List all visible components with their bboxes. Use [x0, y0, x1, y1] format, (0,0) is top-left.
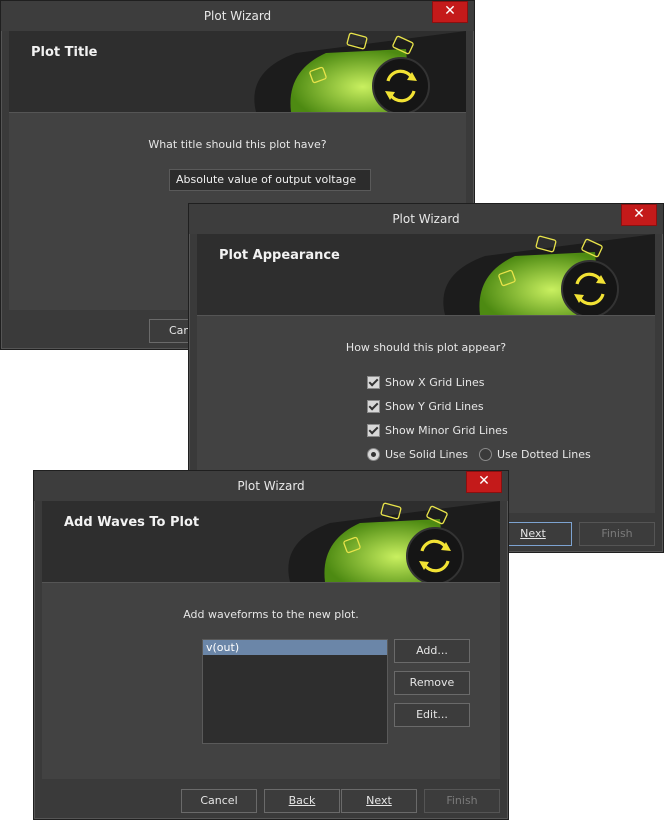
- checkbox-checked-icon: [367, 423, 380, 437]
- next-label: Next: [366, 794, 392, 807]
- close-button[interactable]: ✕: [466, 471, 502, 493]
- list-item[interactable]: v(out): [203, 640, 387, 655]
- use-solid-lines-radio[interactable]: Use Solid Lines: [367, 446, 468, 464]
- radio-selected-icon: [367, 447, 380, 461]
- show-x-grid-checkbox[interactable]: Show X Grid Lines: [367, 374, 484, 392]
- back-button[interactable]: Back: [264, 789, 340, 813]
- next-label: Next: [520, 527, 546, 540]
- wizard-dial-graphic: [443, 234, 655, 315]
- title-prompt: What title should this plot have?: [148, 138, 327, 151]
- wizard-dial-graphic: [254, 31, 466, 112]
- show-minor-grid-checkbox[interactable]: Show Minor Grid Lines: [367, 422, 508, 440]
- checkbox-label: Show Minor Grid Lines: [385, 424, 508, 437]
- radio-unselected-icon: [479, 447, 492, 461]
- close-button[interactable]: ✕: [621, 204, 657, 226]
- wizard-banner: Plot Appearance: [197, 234, 655, 315]
- window-title: Plot Wizard: [34, 471, 508, 501]
- wizard-banner: Plot Title: [9, 31, 466, 112]
- waves-listbox[interactable]: v(out): [202, 639, 388, 744]
- edit-wave-button[interactable]: Edit...: [394, 703, 470, 727]
- back-label: Back: [288, 794, 316, 807]
- checkbox-label: Show X Grid Lines: [385, 376, 485, 389]
- add-waves-dialog: Plot Wizard ✕ Add Waves To Plot Add wave…: [33, 470, 509, 820]
- finish-button[interactable]: Finish: [579, 522, 655, 546]
- page-title: Plot Appearance: [219, 248, 340, 263]
- radio-label: Use Dotted Lines: [497, 448, 591, 461]
- wizard-dial-graphic: [288, 501, 500, 582]
- window-title: Plot Wizard: [1, 1, 474, 31]
- window-title: Plot Wizard: [189, 204, 663, 234]
- waves-prompt: Add waveforms to the new plot.: [183, 608, 359, 621]
- close-button[interactable]: ✕: [432, 1, 468, 23]
- add-wave-button[interactable]: Add...: [394, 639, 470, 663]
- checkbox-checked-icon: [367, 375, 380, 389]
- finish-button[interactable]: Finish: [424, 789, 500, 813]
- appearance-prompt: How should this plot appear?: [345, 341, 507, 354]
- show-y-grid-checkbox[interactable]: Show Y Grid Lines: [367, 398, 484, 416]
- page-title: Plot Title: [31, 45, 98, 60]
- wizard-content: Add waveforms to the new plot. v(out) Ad…: [42, 582, 500, 779]
- cancel-button[interactable]: Cancel: [181, 789, 257, 813]
- wizard-banner: Add Waves To Plot: [42, 501, 500, 582]
- plot-title-input[interactable]: Absolute value of output voltage: [169, 169, 371, 191]
- page-title: Add Waves To Plot: [64, 515, 200, 530]
- next-button[interactable]: Next: [341, 789, 417, 813]
- checkbox-label: Show Y Grid Lines: [385, 400, 484, 413]
- cancel-button[interactable]: Can: [149, 319, 193, 343]
- radio-label: Use Solid Lines: [385, 448, 469, 461]
- remove-wave-button[interactable]: Remove: [394, 671, 470, 695]
- use-dotted-lines-radio[interactable]: Use Dotted Lines: [479, 446, 591, 464]
- checkbox-checked-icon: [367, 399, 380, 413]
